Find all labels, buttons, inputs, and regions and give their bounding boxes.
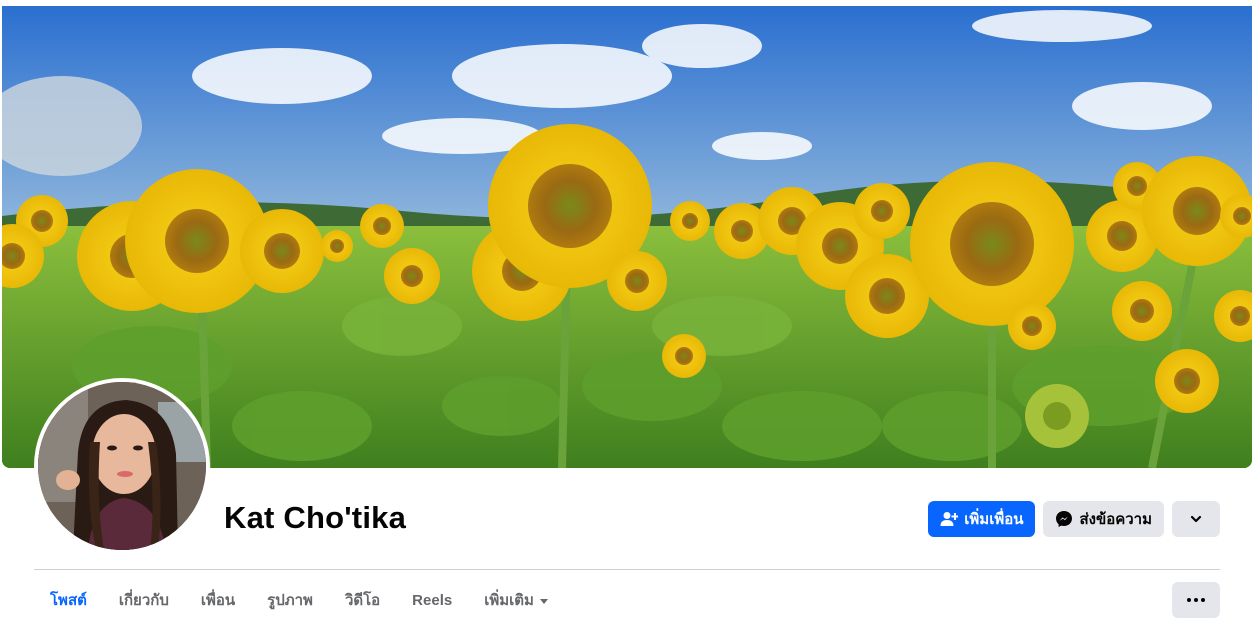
tab-label: วิดีโอ (344, 592, 381, 609)
tab-label: Reels (412, 591, 453, 609)
tab-label: โพสต์ (50, 592, 87, 609)
more-options-button[interactable] (1172, 582, 1220, 618)
person-add-icon (940, 510, 959, 528)
profile-page: Kat Cho'tika เพิ่มเพื่อน ส่งข้อความ โพสต… (0, 0, 1252, 620)
tab-videos[interactable]: วิดีโอ (329, 580, 396, 620)
profile-tabs: โพสต์ เกี่ยวกับ เพื่อน รูปภาพ วิดีโอ Ree… (34, 580, 564, 620)
profile-actions: เพิ่มเพื่อน ส่งข้อความ (928, 501, 1220, 537)
profile-name: Kat Cho'tika (224, 500, 407, 535)
ellipsis-icon (1201, 598, 1205, 602)
cover-photo[interactable] (2, 6, 1252, 468)
tab-friends[interactable]: เพื่อน (185, 580, 251, 620)
tab-photos[interactable]: รูปภาพ (251, 580, 329, 620)
message-label: ส่งข้อความ (1079, 511, 1152, 528)
profile-divider (34, 569, 1220, 570)
add-friend-label: เพิ่มเพื่อน (964, 511, 1024, 528)
tab-label: รูปภาพ (267, 592, 313, 609)
tab-label: เพิ่มเติม (484, 592, 534, 609)
tab-reels[interactable]: Reels (396, 580, 468, 620)
tab-about[interactable]: เกี่ยวกับ (103, 580, 185, 620)
avatar-image (38, 382, 206, 550)
add-friend-button[interactable]: เพิ่มเพื่อน (928, 501, 1036, 537)
profile-options-button[interactable] (1172, 501, 1220, 537)
sunflower-field-image (2, 6, 1252, 468)
profile-avatar[interactable] (34, 378, 210, 554)
chevron-down-icon (1189, 512, 1203, 526)
tab-more[interactable]: เพิ่มเติม (468, 580, 564, 620)
messenger-icon (1055, 510, 1073, 528)
caret-down-icon (539, 598, 548, 604)
tab-label: เพื่อน (200, 592, 236, 609)
ellipsis-icon (1194, 598, 1198, 602)
ellipsis-icon (1187, 598, 1191, 602)
tab-posts[interactable]: โพสต์ (34, 580, 103, 620)
message-button[interactable]: ส่งข้อความ (1043, 501, 1164, 537)
tab-label: เกี่ยวกับ (118, 592, 169, 609)
